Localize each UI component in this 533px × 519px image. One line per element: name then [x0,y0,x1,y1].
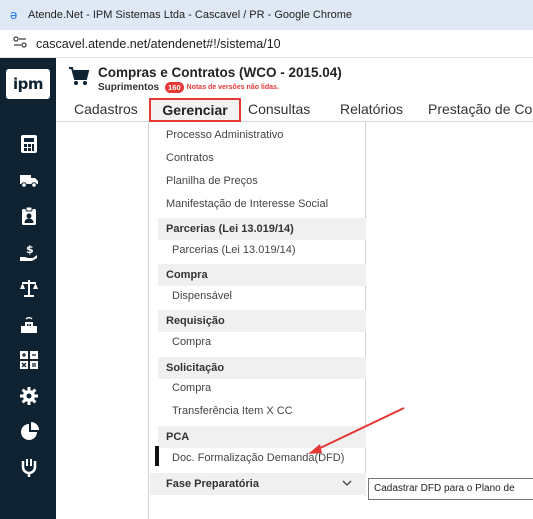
url-text[interactable]: cascavel.atende.net/atendenet#!/sistema/… [36,37,281,51]
selection-marker [155,446,159,466]
address-bar[interactable]: cascavel.atende.net/atendenet#!/sistema/… [0,30,533,58]
menu-cadastros[interactable]: Cadastros [74,101,138,117]
truck-icon[interactable] [18,170,40,192]
main-menu-bar: Cadastros Gerenciar Consultas Relatórios… [56,98,533,122]
dd-group-solicitacao: Solicitação [158,357,366,379]
browser-title-bar: ə Atende.Net - IPM Sistemas Ltda - Casca… [0,0,533,30]
hand-money-icon[interactable]: $ [18,242,40,264]
dd-contratos[interactable]: Contratos [166,152,214,164]
dd-doc-formalizacao-demanda[interactable]: Doc. Formalização Demanda(DFD) [172,452,344,464]
menu-consultas[interactable]: Consultas [248,101,310,117]
plug-icon[interactable] [18,458,40,480]
scales-icon[interactable] [18,278,40,300]
module-name: Suprimentos [98,82,160,93]
notes-label[interactable]: Notas de versões não lidas. [187,84,279,91]
shopping-cart-icon [68,66,90,86]
menu-relatorios[interactable]: Relatórios [340,101,403,117]
content-divider [148,122,149,519]
app-favicon-icon: ə [10,7,18,22]
dd-planilha-de-precos[interactable]: Planilha de Preços [166,175,258,187]
notes-badge[interactable]: 160 [165,82,184,93]
ipm-logo[interactable]: ipm [6,69,50,99]
app-header: Compras e Contratos (WCO - 2015.04) Supr… [56,58,533,98]
dd-transferencia-item-cc[interactable]: Transferência Item X CC [172,405,293,417]
sidebar: ipm $ [0,58,56,519]
dd-processo-administrativo[interactable]: Processo Administrativo [166,129,283,141]
site-settings-icon[interactable] [12,36,30,51]
calculator-signs-icon[interactable] [18,350,40,372]
clipboard-user-icon[interactable] [18,206,40,228]
fase-preparatoria-label: Fase Preparatória [166,478,259,490]
gerenciar-dropdown: Processo Administrativo Contratos Planil… [150,122,366,496]
calculator-icon[interactable] [18,134,40,156]
chevron-down-icon[interactable] [342,473,352,495]
dd-parcerias[interactable]: Parcerias (Lei 13.019/14) [172,244,296,256]
gear-icon[interactable] [18,386,40,408]
dd-group-compra: Compra [158,264,366,286]
dd-group-requisicao: Requisição [158,310,366,332]
pie-chart-icon[interactable] [18,422,40,444]
dd-group-parcerias: Parcerias (Lei 13.019/14) [158,218,366,240]
dd-dispensavel[interactable]: Dispensável [172,290,232,302]
tooltip: Cadastrar DFD para o Plano de [368,478,533,500]
building-signal-icon[interactable] [18,314,40,336]
dd-manifestacao-interesse-social[interactable]: Manifestação de Interesse Social [166,198,328,210]
app-subtitle: Suprimentos 160 Notas de versões não lid… [98,82,279,93]
dd-requisicao-compra[interactable]: Compra [172,336,211,348]
dd-group-fase-preparatoria[interactable]: Fase Preparatória [150,473,366,495]
app-title: Compras e Contratos (WCO - 2015.04) [98,65,342,80]
menu-gerenciar[interactable]: Gerenciar [149,98,241,122]
window-title: Atende.Net - IPM Sistemas Ltda - Cascave… [28,9,353,21]
dd-solicitacao-compra[interactable]: Compra [172,382,211,394]
dd-group-pca: PCA [158,426,366,448]
menu-prestacao-de-contas[interactable]: Prestação de Co [428,101,532,117]
svg-text:$: $ [26,243,34,256]
